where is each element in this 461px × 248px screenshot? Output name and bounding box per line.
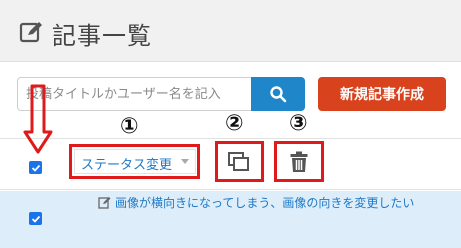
highlight-box-copy [215, 141, 264, 182]
row-checkbox[interactable] [29, 212, 42, 225]
check-icon [31, 215, 40, 223]
down-arrow-icon [23, 84, 53, 154]
page-title: 記事一覧 [52, 22, 152, 50]
row-title: 画像が横向きになってしまう、画像の向きを変更したい [115, 196, 415, 210]
create-article-button[interactable]: 新規記事作成 [318, 77, 446, 111]
article-list-page: 記事一覧 新規記事作成 ステータス変更 [0, 0, 461, 248]
search-icon [270, 86, 287, 103]
highlight-box-delete [274, 141, 324, 182]
annotation-number-3: ③ [289, 111, 308, 136]
annotation-number-2: ② [225, 111, 244, 136]
edit-square-icon [19, 22, 42, 43]
select-all-checkbox[interactable] [29, 161, 42, 174]
row-title-link[interactable]: 画像が横向きになってしまう、画像の向きを変更したい [98, 194, 414, 211]
highlight-box-status [69, 144, 200, 179]
annotation-number-1: ① [120, 114, 139, 139]
check-icon [31, 164, 40, 172]
search-button[interactable] [251, 77, 305, 111]
page-header: 記事一覧 [0, 0, 461, 62]
edit-icon [98, 197, 111, 209]
